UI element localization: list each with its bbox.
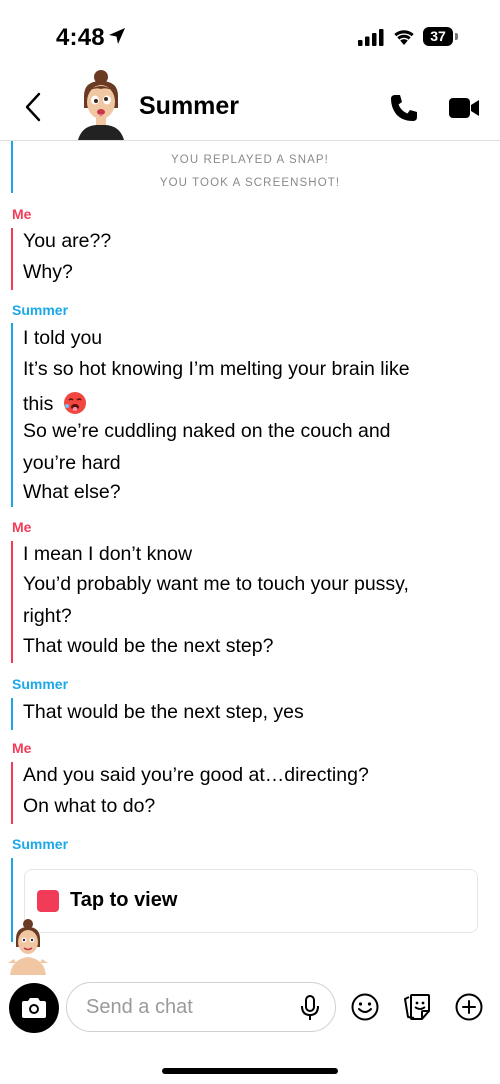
message-text[interactable]: And you said you’re good at…directing? — [23, 764, 369, 787]
message-text: this — [23, 393, 54, 415]
message-text[interactable]: What else? — [23, 481, 121, 504]
camera-icon — [22, 998, 46, 1018]
sender-label-summer: Summer — [12, 302, 69, 318]
wifi-icon — [394, 30, 414, 45]
message-bar — [11, 228, 13, 290]
home-indicator[interactable] — [162, 1068, 338, 1074]
battery-level: 37 — [430, 28, 446, 44]
message-text[interactable]: you’re hard — [23, 452, 121, 475]
contact-name[interactable]: Summer — [139, 92, 239, 121]
sender-label-me: Me — [12, 519, 32, 535]
cellular-signal-icon — [358, 29, 384, 46]
system-note-replay: YOU REPLAYED A SNAP! — [171, 154, 329, 166]
microphone-icon[interactable] — [299, 994, 321, 1022]
plus-circle-icon[interactable] — [454, 992, 484, 1022]
message-group: That would be the next step, yes — [11, 698, 486, 730]
camera-button[interactable] — [9, 983, 59, 1033]
message-line-with-emoji[interactable]: this — [23, 391, 87, 416]
chat-input-placeholder: Send a chat — [86, 996, 193, 1018]
sender-label-me: Me — [12, 740, 32, 756]
message-group: I mean I don’t know You’d probably want … — [11, 541, 486, 663]
chat-header: Summer — [0, 70, 500, 141]
message-text[interactable]: So we’re cuddling naked on the couch and — [23, 420, 391, 443]
phone-icon[interactable] — [388, 92, 420, 124]
message-text[interactable]: right? — [23, 605, 72, 628]
snap-label: Tap to view — [70, 889, 178, 911]
message-bar — [11, 762, 13, 824]
message-text[interactable]: It’s so hot knowing I’m melting your bra… — [23, 358, 410, 381]
chat-composer-bar: Send a chat — [0, 976, 500, 1084]
hot-face-emoji-icon — [63, 392, 86, 414]
sticker-icon[interactable] — [402, 992, 432, 1022]
message-text[interactable]: I mean I don’t know — [23, 543, 192, 566]
message-text[interactable]: On what to do? — [23, 795, 155, 818]
message-group: And you said you’re good at…directing? O… — [11, 762, 486, 824]
location-arrow-icon — [109, 28, 125, 44]
message-text[interactable]: That would be the next step? — [23, 635, 273, 658]
system-note-screenshot: YOU TOOK A SCREENSHOT! — [159, 177, 341, 189]
snap-indicator-icon — [37, 890, 59, 912]
message-text[interactable]: I told you — [23, 327, 102, 350]
message-text[interactable]: You are?? — [23, 230, 111, 253]
message-group: You are?? Why? — [11, 228, 486, 290]
snap-tap-to-view-button[interactable]: Tap to view — [24, 869, 478, 933]
sender-label-me: Me — [12, 206, 32, 222]
sender-label-summer: Summer — [12, 836, 69, 852]
back-chevron-icon[interactable] — [20, 90, 48, 124]
smiley-icon[interactable] — [350, 992, 380, 1022]
avatar[interactable] — [70, 70, 132, 140]
video-camera-icon[interactable] — [448, 95, 480, 121]
message-text[interactable]: That would be the next step, yes — [23, 701, 304, 724]
battery-nub — [455, 33, 458, 40]
friend-bitmoji-avatar — [8, 919, 48, 975]
message-text[interactable]: Why? — [23, 261, 73, 284]
battery-icon: 37 — [423, 27, 453, 46]
chat-input[interactable]: Send a chat — [66, 982, 336, 1032]
message-bar — [11, 541, 13, 663]
chat-thread[interactable]: YOU REPLAYED A SNAP! YOU TOOK A SCREENSH… — [0, 141, 500, 976]
status-bar: 4:48 37 — [0, 0, 500, 70]
sender-label-summer: Summer — [12, 676, 69, 692]
status-time: 4:48 — [56, 24, 105, 51]
message-bar — [11, 698, 13, 730]
message-text[interactable]: You’d probably want me to touch your pus… — [23, 573, 409, 596]
message-bar — [11, 323, 13, 507]
message-group: I told you It’s so hot knowing I’m melti… — [11, 323, 486, 507]
